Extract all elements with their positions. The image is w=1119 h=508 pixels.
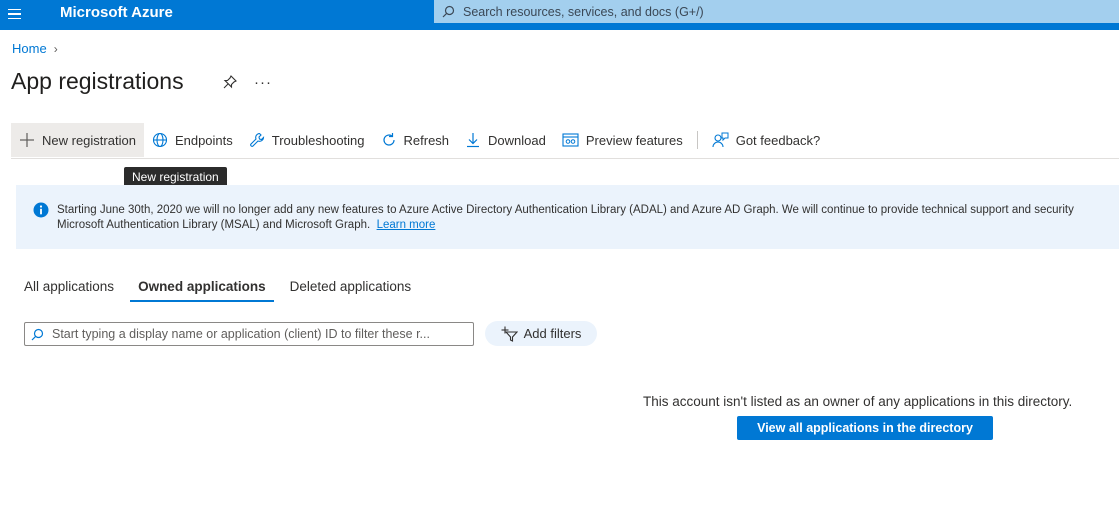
pin-icon[interactable]	[222, 74, 238, 95]
add-filter-icon	[501, 326, 518, 342]
banner-line-1: Starting June 30th, 2020 we will no long…	[57, 204, 1074, 216]
filter-input[interactable]	[50, 326, 470, 342]
new-registration-label: New registration	[42, 132, 136, 148]
breadcrumb-home[interactable]: Home	[12, 41, 47, 56]
endpoints-label: Endpoints	[174, 132, 233, 148]
refresh-label: Refresh	[403, 132, 450, 148]
troubleshooting-label: Troubleshooting	[271, 132, 365, 148]
refresh-button[interactable]: Refresh	[373, 123, 458, 157]
new-registration-button[interactable]: New registration	[11, 123, 144, 157]
preview-features-button[interactable]: Preview features	[554, 123, 691, 157]
search-icon	[31, 328, 44, 340]
download-icon	[467, 133, 480, 148]
toolbar-divider	[11, 158, 1119, 159]
troubleshooting-button[interactable]: Troubleshooting	[241, 123, 373, 157]
learn-more-link[interactable]: Learn more	[377, 219, 436, 231]
banner-line-2: Microsoft Authentication Library (MSAL) …	[57, 219, 371, 231]
search-placeholder[interactable]: Search resources, services, and docs (G+…	[463, 5, 704, 19]
feedback-icon	[712, 132, 729, 148]
brand-title[interactable]: Microsoft Azure	[60, 4, 173, 21]
preview-features-label: Preview features	[585, 132, 683, 148]
wrench-icon	[249, 132, 264, 147]
preview-features-icon	[562, 133, 579, 147]
more-options-icon[interactable]: ···	[254, 74, 272, 91]
filter-search-box[interactable]	[24, 322, 474, 346]
tab-list: All applications Owned applications Dele…	[16, 276, 427, 302]
search-icon	[442, 5, 455, 18]
download-label: Download	[488, 132, 546, 148]
menu-icon[interactable]	[8, 6, 24, 22]
global-search[interactable]: Search resources, services, and docs (G+…	[434, 0, 1119, 23]
tab-owned-applications[interactable]: Owned applications	[130, 276, 274, 302]
globe-icon	[152, 132, 167, 148]
plus-icon	[20, 133, 34, 147]
refresh-icon	[382, 133, 395, 146]
info-icon	[33, 202, 49, 218]
toolbar-separator	[696, 131, 698, 149]
banner-message: Starting June 30th, 2020 we will no long…	[57, 203, 1074, 233]
add-filters-label: Add filters	[523, 326, 582, 341]
download-button[interactable]: Download	[457, 123, 554, 157]
got-feedback-button[interactable]: Got feedback?	[704, 123, 829, 157]
add-filters-button[interactable]: Add filters	[485, 321, 597, 346]
top-bar: Microsoft Azure Search resources, servic…	[0, 0, 1119, 30]
empty-state-message: This account isn't listed as an owner of…	[643, 394, 1073, 409]
chevron-right-icon: ›	[53, 41, 58, 56]
tab-deleted-applications[interactable]: Deleted applications	[282, 276, 420, 302]
breadcrumb: Home ›	[12, 41, 58, 56]
tab-all-applications[interactable]: All applications	[16, 276, 122, 302]
endpoints-button[interactable]: Endpoints	[144, 123, 241, 157]
info-banner: Starting June 30th, 2020 we will no long…	[16, 185, 1119, 249]
page-title: App registrations	[11, 68, 184, 94]
view-all-applications-button[interactable]: View all applications in the directory	[737, 416, 993, 440]
banner-line-2-wrap: Microsoft Authentication Library (MSAL) …	[57, 218, 1074, 233]
command-bar: New registration Endpoints Troubleshooti…	[11, 123, 1119, 157]
got-feedback-label: Got feedback?	[735, 132, 821, 148]
